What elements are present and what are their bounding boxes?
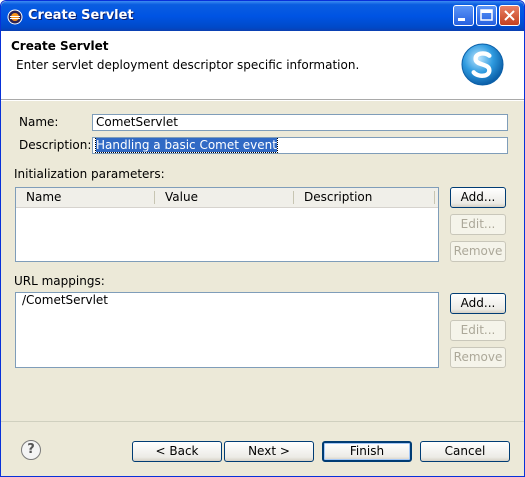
init-params-label: Initialization parameters: bbox=[14, 167, 165, 181]
init-params-table[interactable]: Name Value Description bbox=[15, 187, 439, 262]
name-field[interactable]: CometServlet bbox=[92, 114, 508, 131]
url-add-button[interactable]: Add... bbox=[450, 293, 506, 314]
column-divider[interactable] bbox=[293, 191, 294, 204]
close-button[interactable] bbox=[499, 5, 520, 26]
back-button[interactable]: < Back bbox=[132, 441, 222, 462]
column-divider[interactable] bbox=[434, 191, 435, 204]
finish-button[interactable]: Finish bbox=[322, 441, 412, 462]
description-label: Description: bbox=[19, 138, 92, 152]
name-label: Name: bbox=[19, 115, 59, 129]
name-field-value: CometServlet bbox=[96, 115, 178, 129]
help-icon[interactable]: ? bbox=[21, 440, 41, 460]
url-mappings-label: URL mappings: bbox=[14, 274, 105, 288]
column-header-name[interactable]: Name bbox=[26, 190, 61, 204]
header-separator bbox=[1, 100, 524, 101]
column-header-description[interactable]: Description bbox=[304, 190, 372, 204]
page-description: Enter servlet deployment descriptor spec… bbox=[16, 58, 360, 72]
create-servlet-dialog: Create Servlet Create Servlet Enter serv… bbox=[0, 0, 525, 477]
servlet-logo-icon bbox=[461, 43, 504, 86]
maximize-icon bbox=[480, 9, 493, 21]
description-selected-text: Handling a basic Comet event bbox=[95, 138, 278, 153]
url-remove-button[interactable]: Remove bbox=[450, 347, 506, 368]
init-remove-button[interactable]: Remove bbox=[450, 241, 506, 262]
title-bar[interactable]: Create Servlet bbox=[1, 1, 524, 31]
list-item[interactable]: /CometServlet bbox=[22, 293, 108, 307]
init-edit-button[interactable]: Edit... bbox=[450, 214, 506, 235]
close-icon bbox=[504, 10, 515, 21]
page-title: Create Servlet bbox=[11, 39, 109, 53]
init-add-button[interactable]: Add... bbox=[450, 187, 506, 208]
maximize-button[interactable] bbox=[476, 5, 497, 26]
url-mappings-list[interactable]: /CometServlet bbox=[15, 292, 439, 368]
wizard-header: Create Servlet Enter servlet deployment … bbox=[1, 31, 524, 100]
column-header-value[interactable]: Value bbox=[165, 190, 198, 204]
table-header: Name Value Description bbox=[16, 188, 438, 208]
url-edit-button[interactable]: Edit... bbox=[450, 320, 506, 341]
eclipse-icon bbox=[7, 9, 23, 25]
window-title: Create Servlet bbox=[28, 8, 134, 23]
footer-separator bbox=[1, 421, 524, 422]
cancel-button[interactable]: Cancel bbox=[420, 441, 510, 462]
next-button[interactable]: Next > bbox=[224, 441, 314, 462]
column-divider[interactable] bbox=[154, 191, 155, 204]
minimize-button[interactable] bbox=[453, 5, 474, 26]
description-field[interactable]: Handling a basic Comet event bbox=[92, 137, 508, 154]
minimize-icon bbox=[458, 18, 465, 21]
